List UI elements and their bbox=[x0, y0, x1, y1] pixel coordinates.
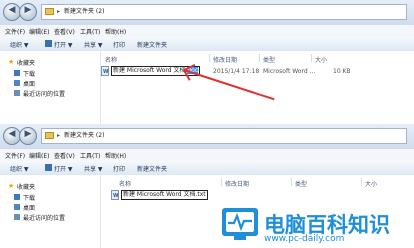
navigation-pane: ★ 收藏夹 下载 桌面 最近访问的位置 bbox=[0, 175, 101, 248]
address-path: 新建文件夹 (2) bbox=[64, 8, 105, 15]
nav-favorites-label: 收藏夹 bbox=[17, 184, 36, 191]
menu-bar: 文件(F) 编辑(E) 查看(V) 工具(T) 帮助(H) bbox=[0, 25, 414, 37]
print-button[interactable]: 打印 bbox=[113, 40, 125, 49]
share-button[interactable]: 共享 ▼ bbox=[84, 164, 103, 173]
column-divider bbox=[291, 178, 292, 186]
rename-field[interactable]: 新建 Microsoft Word 文档.txt bbox=[121, 190, 208, 200]
nav-downloads-label: 下载 bbox=[23, 71, 36, 78]
forward-arrow-icon: ▶ bbox=[24, 5, 32, 15]
command-toolbar: 组织 ▼ 打开 ▼ 共享 ▼ 打印 新建文件夹 bbox=[0, 161, 414, 176]
word-document-icon: W bbox=[101, 66, 109, 76]
open-icon bbox=[45, 164, 52, 171]
column-header-type[interactable]: 类型 bbox=[263, 55, 275, 64]
menu-tools[interactable]: 工具(T) bbox=[80, 27, 100, 36]
forward-button[interactable]: ▶ bbox=[19, 127, 37, 145]
folder-icon bbox=[45, 132, 54, 139]
nav-downloads-label: 下载 bbox=[23, 195, 36, 202]
print-button[interactable]: 打印 bbox=[113, 164, 125, 173]
menu-help[interactable]: 帮助(H) bbox=[105, 151, 126, 160]
column-divider bbox=[311, 54, 312, 62]
recent-places-icon bbox=[14, 214, 20, 220]
address-input[interactable]: ▸ 新建文件夹 (2) bbox=[41, 128, 407, 144]
menu-help[interactable]: 帮助(H) bbox=[105, 27, 126, 36]
watermark-url: www.pc-daily.com bbox=[264, 234, 345, 244]
column-header-name[interactable]: 名称 bbox=[105, 55, 117, 64]
file-name-full: 新建 Microsoft Word 文档.txt bbox=[123, 191, 206, 198]
recent-places-icon bbox=[14, 90, 20, 96]
chevron-right-icon: ▸ bbox=[57, 132, 61, 139]
nav-recent-label: 最近访问的位置 bbox=[23, 215, 66, 222]
nav-desktop-label: 桌面 bbox=[23, 81, 36, 88]
monitor-stand bbox=[234, 236, 246, 240]
column-header-date[interactable]: 修改日期 bbox=[213, 55, 237, 64]
menu-view[interactable]: 查看(V) bbox=[54, 27, 75, 36]
star-icon: ★ bbox=[8, 58, 15, 66]
menu-edit[interactable]: 编辑(E) bbox=[29, 27, 49, 36]
desktop-icon bbox=[14, 204, 20, 210]
column-header-type[interactable]: 类型 bbox=[295, 179, 307, 188]
back-arrow-icon: ◀ bbox=[8, 129, 16, 139]
downloads-icon bbox=[14, 70, 20, 76]
column-header-size[interactable]: 大小 bbox=[315, 55, 327, 64]
address-input[interactable]: ▸ 新建文件夹 (2) bbox=[41, 4, 407, 20]
menu-file[interactable]: 文件(F) bbox=[5, 151, 25, 160]
menu-file[interactable]: 文件(F) bbox=[5, 27, 25, 36]
column-divider bbox=[221, 178, 222, 186]
forward-button[interactable]: ▶ bbox=[19, 3, 37, 21]
chevron-right-icon: ▸ bbox=[57, 8, 61, 15]
downloads-icon bbox=[14, 194, 20, 200]
menu-bar: 文件(F) 编辑(E) 查看(V) 工具(T) 帮助(H) bbox=[0, 149, 414, 161]
share-button[interactable]: 共享 ▼ bbox=[84, 40, 103, 49]
new-folder-button[interactable]: 新建文件夹 bbox=[137, 164, 167, 173]
organize-button[interactable]: 组织 ▼ bbox=[10, 164, 29, 173]
organize-button[interactable]: 组织 ▼ bbox=[10, 40, 29, 49]
column-header-date[interactable]: 修改日期 bbox=[225, 179, 249, 188]
column-divider bbox=[259, 54, 260, 62]
nav-recent-label: 最近访问的位置 bbox=[23, 91, 66, 98]
new-folder-button[interactable]: 新建文件夹 bbox=[137, 40, 167, 49]
column-divider bbox=[361, 178, 362, 186]
address-bar: ◀ ▶ ▸ 新建文件夹 (2) bbox=[0, 0, 414, 25]
file-size: 10 KB bbox=[333, 68, 351, 75]
file-name-base: 新建 Microsoft Word 文档. bbox=[113, 67, 188, 74]
star-icon: ★ bbox=[8, 182, 15, 190]
command-toolbar: 组织 ▼ 打开 ▼ 共享 ▼ 打印 新建文件夹 bbox=[0, 37, 414, 52]
open-button[interactable]: 打开 ▼ bbox=[54, 40, 73, 49]
desktop-icon bbox=[14, 80, 20, 86]
column-header-size[interactable]: 大小 bbox=[365, 179, 377, 188]
open-button[interactable]: 打开 ▼ bbox=[54, 164, 73, 173]
file-date: 2015/1/4 17:18 bbox=[213, 68, 260, 75]
file-list: 名称 修改日期 类型 大小 W 新建 Microsoft Word 文档.doc… bbox=[101, 51, 414, 124]
column-divider bbox=[209, 54, 210, 62]
address-bar: ◀ ▶ ▸ 新建文件夹 (2) bbox=[0, 124, 414, 149]
menu-tools[interactable]: 工具(T) bbox=[80, 151, 100, 160]
menu-view[interactable]: 查看(V) bbox=[54, 151, 75, 160]
back-arrow-icon: ◀ bbox=[8, 5, 16, 15]
forward-arrow-icon: ▶ bbox=[24, 129, 32, 139]
nav-desktop-label: 桌面 bbox=[23, 205, 36, 212]
address-path: 新建文件夹 (2) bbox=[64, 132, 105, 139]
menu-edit[interactable]: 编辑(E) bbox=[29, 151, 49, 160]
nav-favorites-label: 收藏夹 bbox=[17, 60, 36, 67]
table-row[interactable]: W 新建 Microsoft Word 文档.txt bbox=[111, 190, 414, 201]
column-header-name[interactable]: 名称 bbox=[119, 179, 131, 188]
navigation-pane: ★ 收藏夹 下载 桌面 最近访问的位置 bbox=[0, 51, 101, 124]
word-document-icon: W bbox=[111, 190, 119, 200]
site-watermark: 电脑百科知识 www.pc-daily.com bbox=[216, 206, 414, 248]
open-icon bbox=[45, 40, 52, 47]
file-type: Microsoft Word ... bbox=[263, 68, 316, 75]
folder-icon bbox=[45, 8, 54, 15]
explorer-window-top: ◀ ▶ ▸ 新建文件夹 (2) 文件(F) 编辑(E) 查看(V) 工具(T) … bbox=[0, 0, 414, 124]
table-row[interactable]: W 新建 Microsoft Word 文档.doc 2015/1/4 17:1… bbox=[101, 66, 414, 77]
monitor-logo-icon bbox=[222, 208, 258, 236]
